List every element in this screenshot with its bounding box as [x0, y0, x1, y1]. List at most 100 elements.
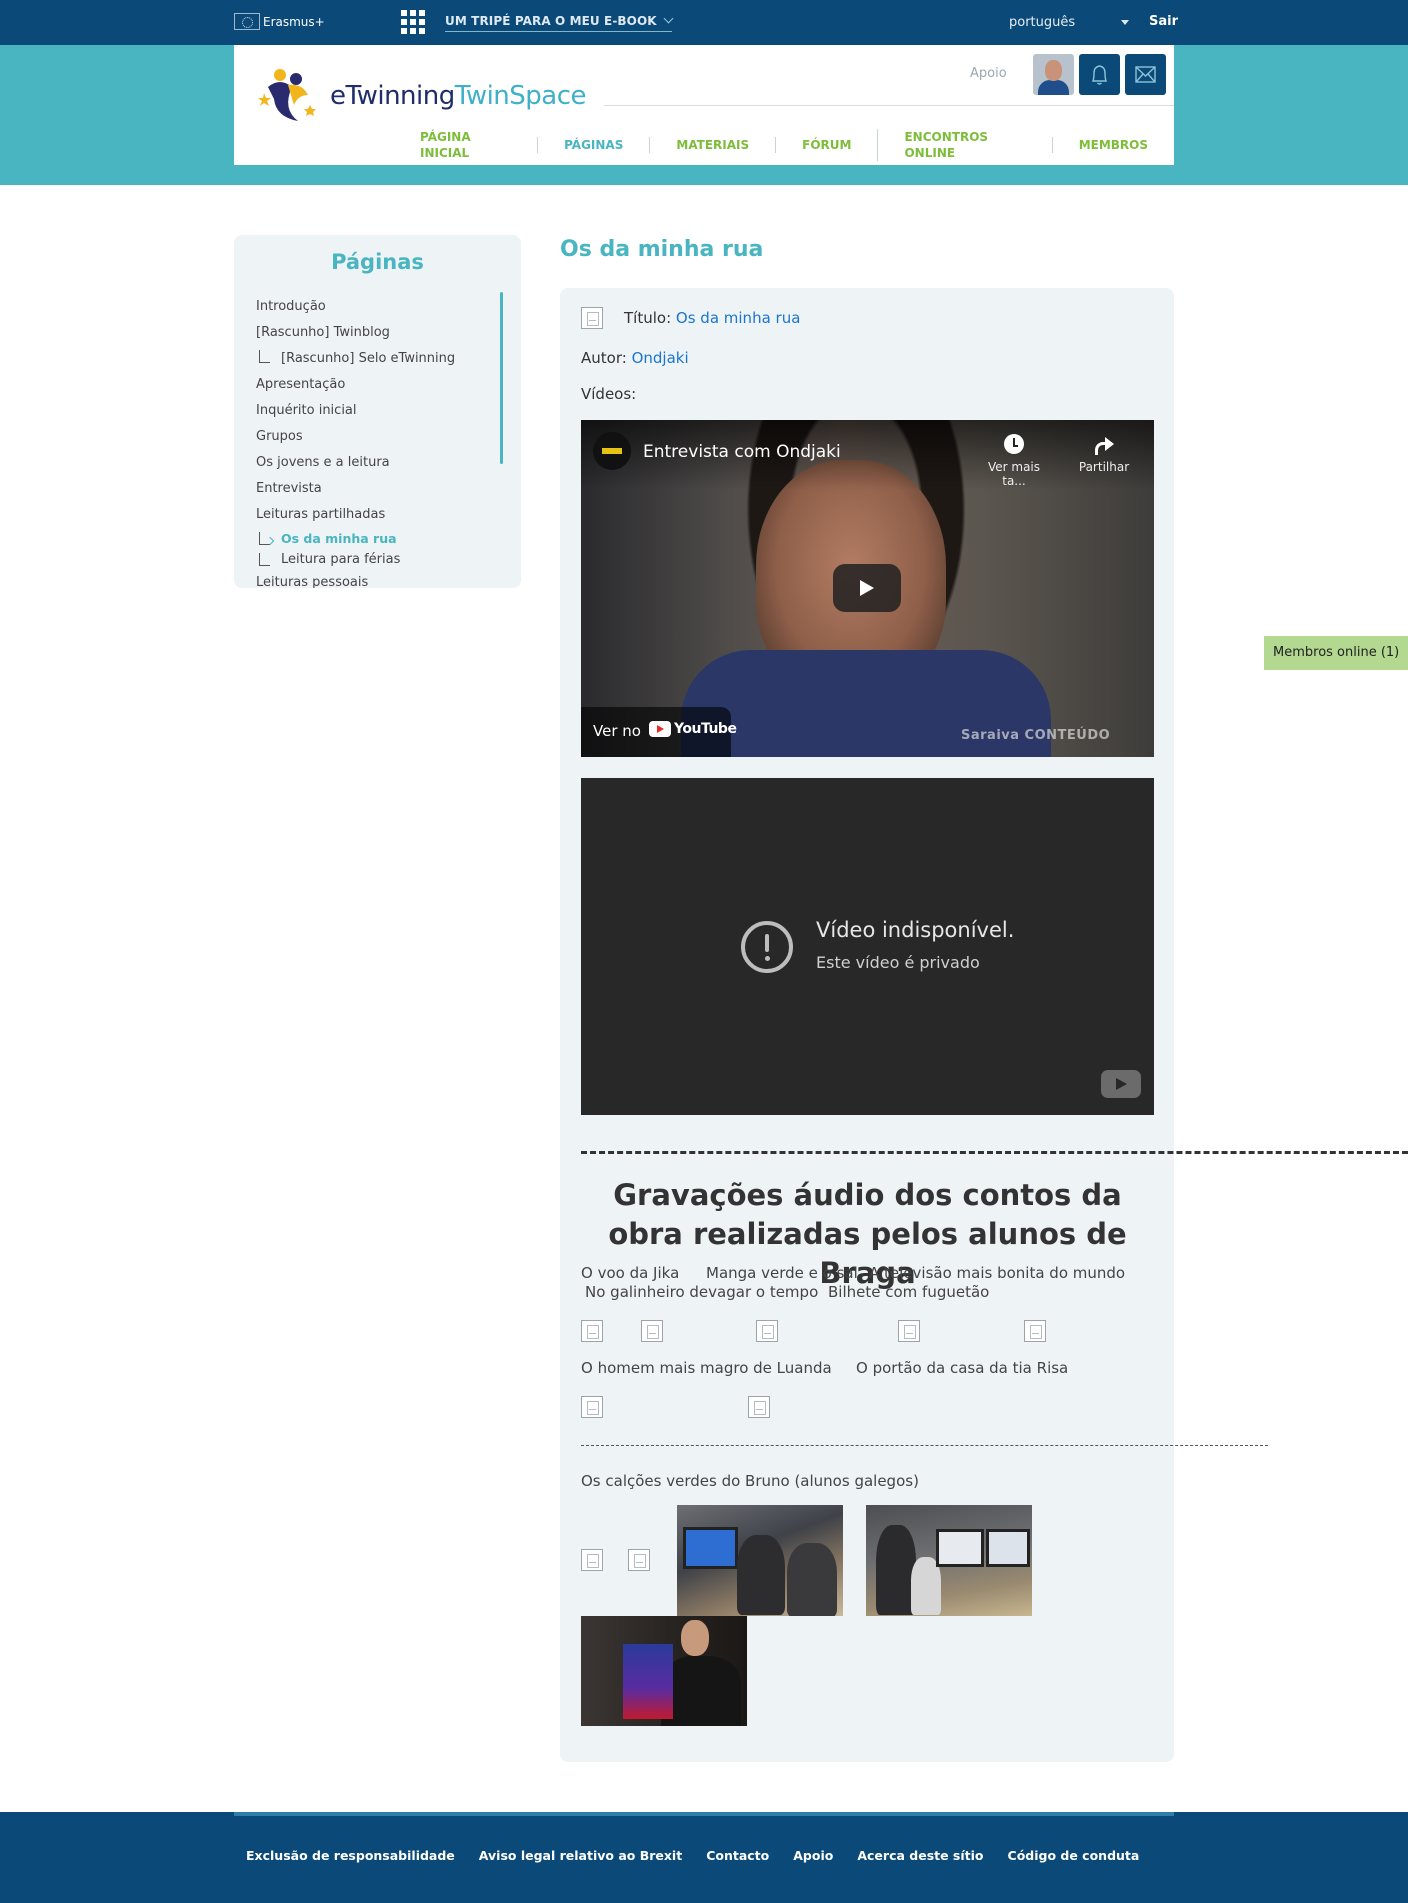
nav-materials[interactable]: MATERIAIS: [649, 137, 775, 153]
footer-link-disclaimer[interactable]: Exclusão de responsabilidade: [246, 1848, 455, 1863]
photo-student-face: [681, 1620, 709, 1656]
footer-accent-line: [234, 1812, 1174, 1816]
photo-student-body: [661, 1656, 741, 1726]
sidebar-item-apresentacao[interactable]: Apresentação: [256, 372, 496, 398]
language-select[interactable]: português: [1009, 15, 1075, 30]
photo-monitor: [683, 1527, 738, 1569]
apps-grid-icon[interactable]: [401, 10, 425, 34]
watch-on-label: Ver no: [593, 722, 641, 740]
members-online-tab[interactable]: Membros online (1): [1264, 636, 1408, 670]
unavailable-title: Vídeo indisponível.: [816, 918, 1015, 942]
mail-icon: [1135, 66, 1156, 83]
unavailable-subtitle: Este vídeo é privado: [816, 953, 980, 972]
sidebar-title: Páginas: [331, 250, 424, 274]
audio-player-placeholder-icon[interactable]: [628, 1549, 650, 1571]
youtube-icon[interactable]: [1101, 1070, 1141, 1098]
title-field: Título: Os da minha rua: [624, 309, 800, 327]
logout-link[interactable]: Sair: [1149, 14, 1178, 29]
footer-link-support[interactable]: Apoio: [793, 1848, 833, 1863]
footer-link-conduct[interactable]: Código de conduta: [1008, 1848, 1140, 1863]
notifications-button[interactable]: [1079, 54, 1120, 95]
nav-online-meetings[interactable]: ENCONTROS ONLINE: [877, 129, 1051, 161]
sidebar-item-entrevista[interactable]: Entrevista: [256, 476, 496, 502]
project-selector[interactable]: UM TRIPÉ PARA O MEU E-BOOK: [445, 13, 674, 32]
share-button[interactable]: Partilhar: [1074, 434, 1134, 474]
footer-link-brexit[interactable]: Aviso legal relativo ao Brexit: [479, 1848, 682, 1863]
audio-player-placeholder-icon[interactable]: [641, 1320, 663, 1342]
watch-later-label: Ver mais ta...: [987, 460, 1041, 488]
channel-avatar-icon[interactable]: [593, 432, 631, 470]
sidebar-item-os-da-minha-rua[interactable]: Os da minha rua: [256, 528, 496, 549]
youtube-player-unavailable[interactable]: Vídeo indisponível. Este vídeo é privado: [581, 778, 1154, 1115]
thin-dashed-divider: [581, 1445, 1268, 1446]
logo-text[interactable]: eTwinningTwinSpace: [330, 81, 587, 111]
erasmus-label: Erasmus+: [263, 14, 325, 29]
photo-students-computers[interactable]: [866, 1505, 1032, 1616]
photo-student: [787, 1543, 837, 1616]
audio-player-placeholder-icon[interactable]: [581, 1320, 603, 1342]
page-title: Os da minha rua: [560, 237, 764, 262]
play-button[interactable]: [833, 564, 901, 612]
share-arrow-icon: [1094, 434, 1114, 455]
audio-player-placeholder-icon[interactable]: [898, 1320, 920, 1342]
etwinning-logo-icon[interactable]: [258, 65, 338, 125]
videos-label: Vídeos:: [581, 385, 637, 403]
messages-button[interactable]: [1125, 54, 1166, 95]
audio-title: O homem mais magro de Luanda: [581, 1359, 832, 1377]
nav-members[interactable]: MEMBROS: [1051, 137, 1174, 153]
photo-students-recording[interactable]: [677, 1505, 843, 1616]
sidebar-item-inquerito[interactable]: Inquérito inicial: [256, 398, 496, 424]
sidebar-scrollbar[interactable]: [500, 292, 503, 464]
watch-on-youtube-button[interactable]: Ver no YouTube: [581, 707, 737, 757]
share-label: Partilhar: [1078, 460, 1130, 474]
audio-player-placeholder-icon[interactable]: [581, 1549, 603, 1571]
erasmus-link[interactable]: Erasmus+: [234, 13, 325, 30]
photo-monitor: [986, 1529, 1030, 1567]
footer-link-about[interactable]: Acerca deste sítio: [857, 1848, 983, 1863]
sidebar-item-leituras-pessoais[interactable]: Leituras pessoais: [256, 570, 496, 588]
watch-later-button[interactable]: Ver mais ta...: [979, 434, 1049, 488]
title-link[interactable]: Os da minha rua: [676, 309, 801, 327]
sidebar-item-twinblog[interactable]: [Rascunho] Twinblog: [256, 320, 496, 346]
youtube-logo: YouTube: [649, 721, 737, 737]
pages-tree: Introdução [Rascunho] Twinblog [Rascunho…: [256, 294, 496, 588]
footer-link-contact[interactable]: Contacto: [706, 1848, 769, 1863]
sidebar-item-grupos[interactable]: Grupos: [256, 424, 496, 450]
pages-sidebar: Páginas Introdução [Rascunho] Twinblog […: [234, 235, 521, 588]
author-label: Autor:: [581, 349, 627, 367]
author-link[interactable]: Ondjaki: [632, 349, 689, 367]
audio-player-placeholder-icon[interactable]: [748, 1396, 770, 1418]
dropdown-arrow-icon[interactable]: [1121, 20, 1129, 25]
audio-player-placeholder-icon[interactable]: [1024, 1320, 1046, 1342]
audio-player-placeholder-icon[interactable]: [581, 1396, 603, 1418]
photo-student-with-book[interactable]: [581, 1616, 747, 1726]
logo-main: eTwinning: [330, 81, 455, 111]
photo-monitor: [936, 1529, 984, 1567]
eu-flag-icon: [234, 13, 260, 30]
audio-title: O voo da Jika: [581, 1264, 680, 1282]
sidebar-item-leitura-ferias[interactable]: Leitura para férias: [256, 549, 496, 570]
youtube-player-interview[interactable]: Entrevista com Ondjaki Ver mais ta... Pa…: [581, 420, 1154, 757]
sidebar-item-leituras-partilhadas[interactable]: Leituras partilhadas: [256, 502, 496, 528]
video-title[interactable]: Entrevista com Ondjaki: [643, 442, 841, 462]
sidebar-item-jovens[interactable]: Os jovens e a leitura: [256, 450, 496, 476]
sidebar-item-introducao[interactable]: Introdução: [256, 294, 496, 320]
nav-pages[interactable]: PÁGINAS: [537, 137, 649, 153]
sidebar-item-selo[interactable]: [Rascunho] Selo eTwinning: [256, 346, 496, 372]
dashed-divider: [581, 1151, 1408, 1154]
nav-home[interactable]: PÁGINA INICIAL: [420, 129, 537, 161]
audio-title: Manga verde e o sal: [706, 1264, 858, 1282]
video-watermark: Saraiva CONTEÚDO: [961, 728, 1111, 743]
user-avatar[interactable]: [1033, 54, 1074, 95]
photo-book: [623, 1644, 673, 1719]
photo-student: [737, 1535, 785, 1615]
bell-icon: [1092, 65, 1107, 85]
support-link[interactable]: Apoio: [970, 66, 1007, 81]
galician-audio-label: Os calções verdes do Bruno (alunos galeg…: [581, 1472, 919, 1490]
broken-image-icon: [581, 307, 603, 329]
title-label: Título:: [624, 309, 672, 327]
clock-icon: [1004, 434, 1024, 454]
logo-sub: TwinSpace: [454, 81, 587, 111]
audio-player-placeholder-icon[interactable]: [756, 1320, 778, 1342]
nav-forum[interactable]: FÓRUM: [775, 137, 877, 153]
